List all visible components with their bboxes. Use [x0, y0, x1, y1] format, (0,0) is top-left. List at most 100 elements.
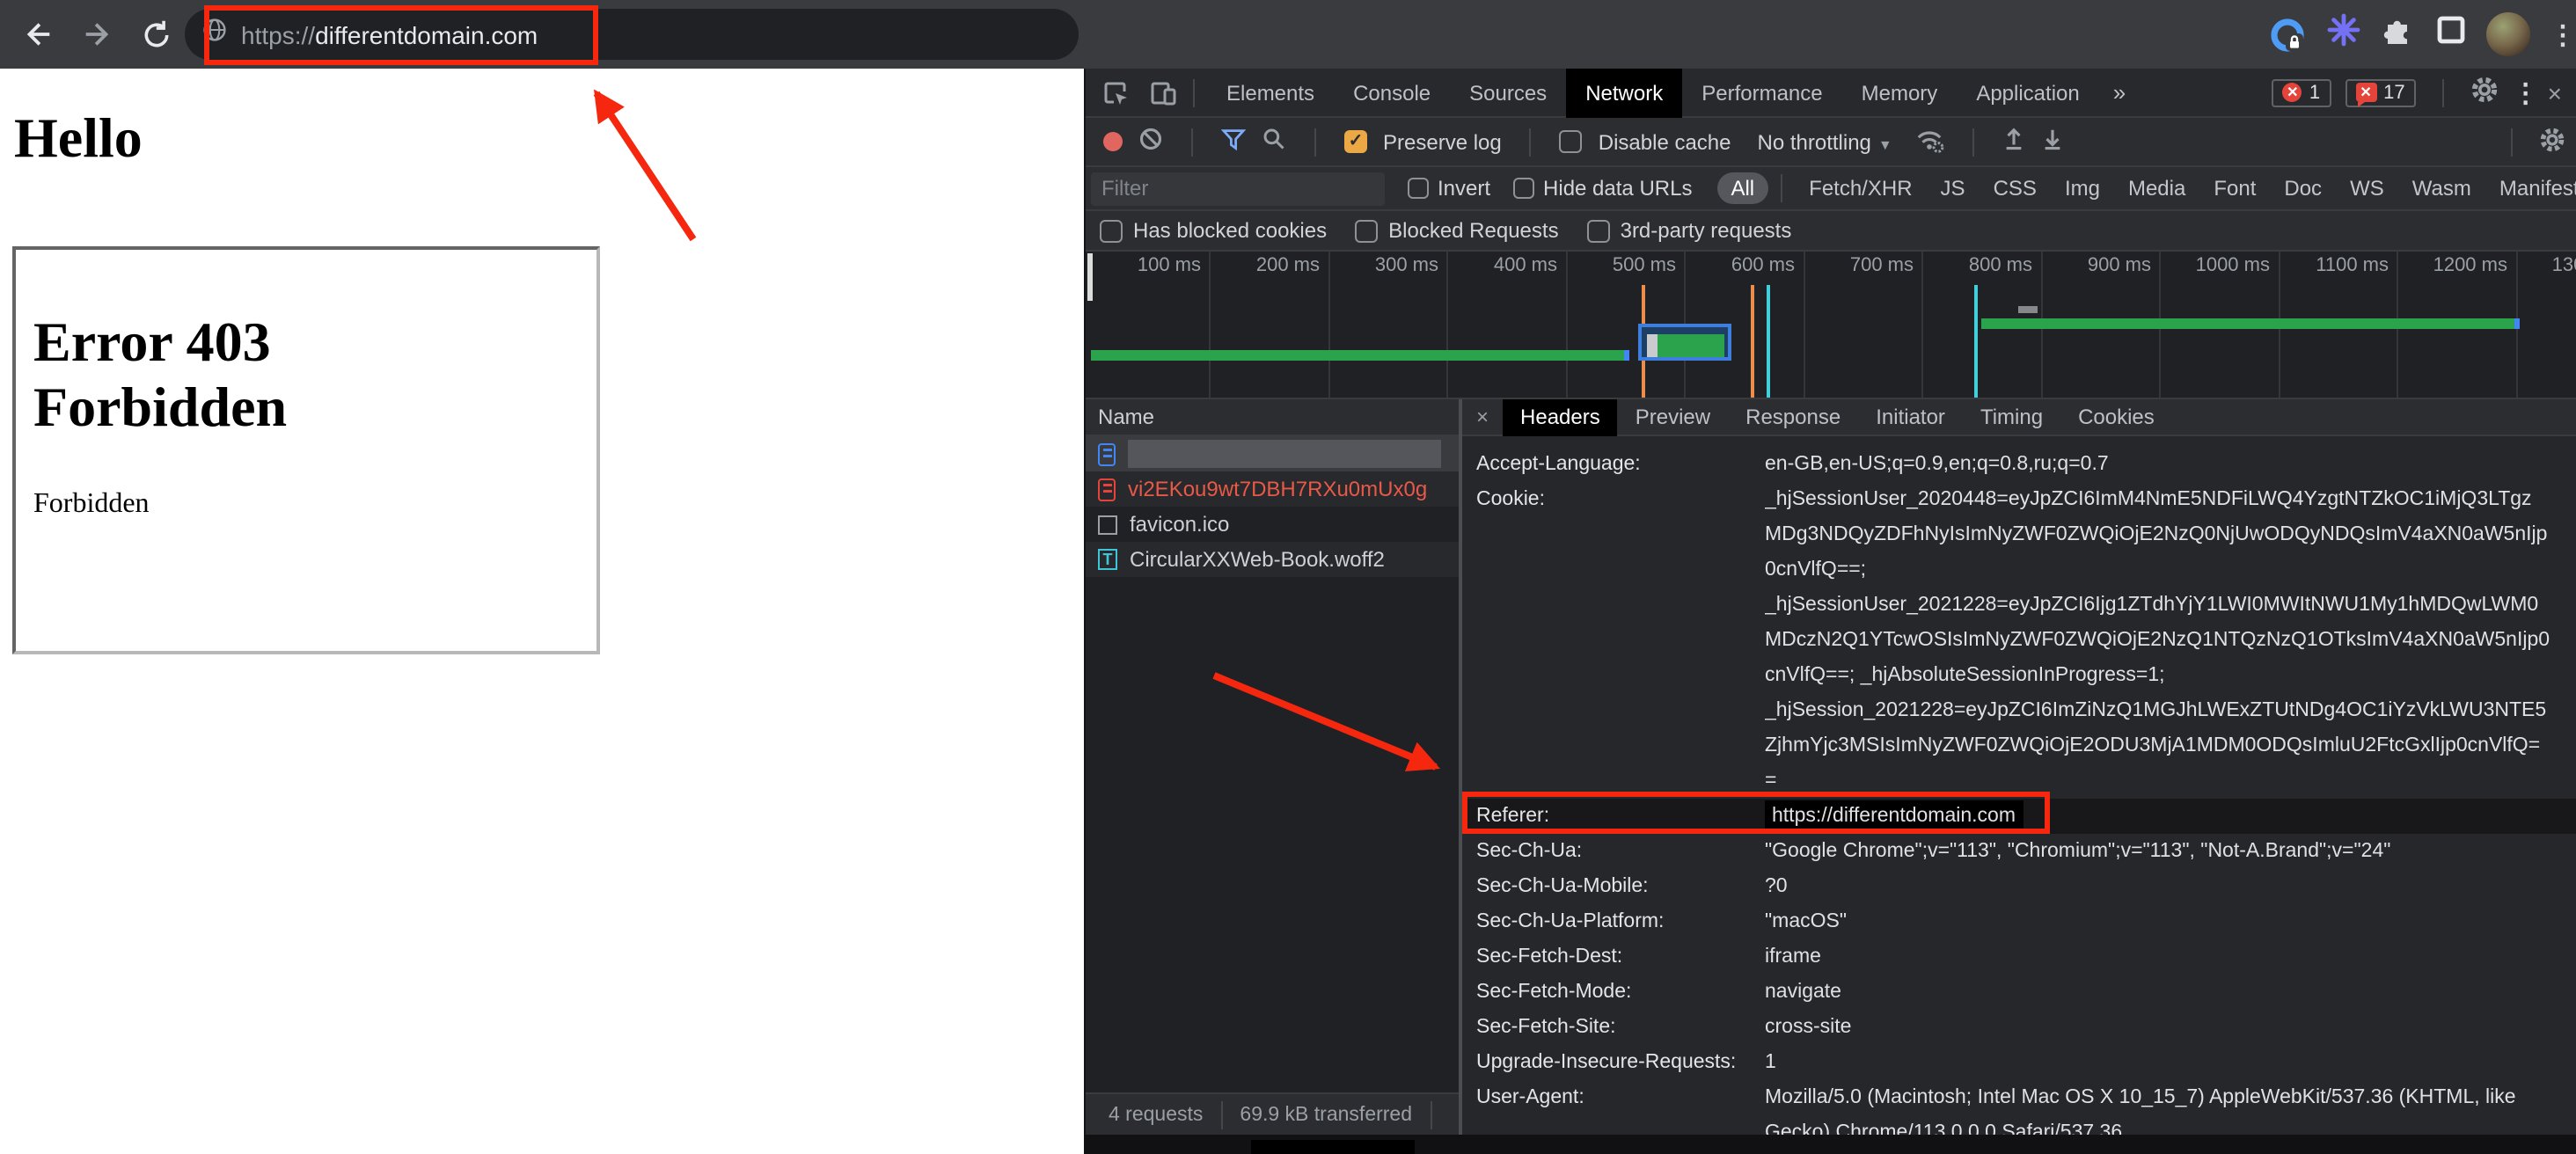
disable-cache-checkbox[interactable]: [1560, 130, 1583, 153]
timeline-tick: 300 ms: [1327, 255, 1445, 276]
request-name: CircularXXWeb-Book.woff2: [1130, 547, 1385, 572]
timeline-selected-request: [1638, 324, 1731, 361]
document-icon: [1098, 442, 1116, 465]
filter-chip-fetch-xhr[interactable]: Fetch/XHR: [1795, 176, 1926, 201]
error-count-badge[interactable]: ✕1: [2272, 78, 2331, 106]
header-line: Sec-Fetch-Mode:navigate: [1462, 975, 2576, 1010]
clear-network-log-icon[interactable]: [1138, 127, 1163, 157]
timeline-drag-handle[interactable]: [1087, 253, 1093, 301]
issues-icon: ✕: [2355, 83, 2376, 102]
hide-data-urls-label: Hide data URLs: [1543, 176, 1692, 201]
devtools-tabbar: ElementsConsoleSourcesNetworkPerformance…: [1086, 69, 2576, 118]
filter-funnel-icon[interactable]: [1221, 128, 1246, 156]
forward-icon[interactable]: [77, 15, 116, 54]
header-line: _hjSessionUser_2021228=eyJpZCI6Ijg1ZTdhY…: [1462, 588, 2576, 623]
globe-icon: [202, 18, 227, 51]
profile-avatar[interactable]: [2486, 12, 2530, 56]
devtools-tab-application[interactable]: Application: [1957, 68, 2098, 117]
network-toolbar: ✓ Preserve log Disable cache No throttli…: [1086, 118, 2576, 167]
record-network-log-button[interactable]: [1103, 132, 1123, 151]
search-icon[interactable]: [1262, 127, 1286, 157]
filter-chip-css[interactable]: CSS: [1980, 176, 2051, 201]
screen: https://differentdomain.com ⋮ Hello Erro…: [0, 0, 2576, 1154]
devtools-tab-memory[interactable]: Memory: [1842, 68, 1958, 117]
password-extension-icon[interactable]: [2268, 15, 2307, 54]
close-details-icon[interactable]: ×: [1462, 405, 1503, 429]
network-settings-gear-icon[interactable]: [2539, 126, 2565, 157]
import-har-icon[interactable]: [2003, 127, 2026, 157]
timeline-tick: 200 ms: [1208, 255, 1327, 276]
network-conditions-icon[interactable]: [1915, 126, 1945, 157]
filter-chip-font[interactable]: Font: [2199, 176, 2270, 201]
header-line: _hjSession_2021228=eyJpZCI6ImZiNzQ1MGJhL…: [1462, 693, 2576, 728]
has-blocked-cookies-checkbox[interactable]: [1100, 219, 1123, 242]
header-name: Sec-Ch-Ua-Platform:: [1462, 911, 1765, 932]
request-row[interactable]: vi2EKou9wt7DBH7RXu0mUx0g: [1086, 471, 1459, 507]
devtools-menu-icon[interactable]: ⋮: [2513, 77, 2530, 108]
header-line: Referer:https://differentdomain.com: [1462, 799, 2576, 834]
reload-icon[interactable]: [137, 15, 176, 54]
network-overview-timeline[interactable]: 100 ms200 ms300 ms400 ms500 ms600 ms700 …: [1086, 252, 2576, 399]
filter-chip-js[interactable]: JS: [1927, 176, 1980, 201]
error-icon: ✕: [2283, 83, 2302, 102]
blocked-requests-checkbox[interactable]: [1355, 219, 1378, 242]
3rd-party-requests-checkbox[interactable]: [1587, 219, 1610, 242]
devtools-tab-elements[interactable]: Elements: [1207, 68, 1334, 117]
network-options-row: Has blocked cookiesBlocked Requests3rd-p…: [1086, 211, 2576, 252]
filter-chip-all[interactable]: All: [1716, 172, 1768, 204]
details-tab-preview[interactable]: Preview: [1618, 399, 1728, 435]
details-tab-initiator[interactable]: Initiator: [1858, 399, 1963, 435]
details-tab-cookies[interactable]: Cookies: [2060, 399, 2172, 435]
header-line: cnVlfQ==; _hjAbsoluteSessionInProgress=1…: [1462, 658, 2576, 693]
request-details-pane: × HeadersPreviewResponseInitiatorTimingC…: [1462, 399, 2576, 1135]
headers-list: Accept-Language:en-GB,en-US;q=0.9,en;q=0…: [1462, 436, 2576, 1135]
preserve-log-checkbox[interactable]: ✓: [1344, 130, 1367, 153]
header-value: cross-site: [1765, 1017, 1851, 1038]
request-row[interactable]: favicon.ico: [1086, 507, 1459, 542]
export-har-icon[interactable]: [2042, 127, 2065, 157]
devtools-tab-network[interactable]: Network: [1566, 68, 1682, 117]
filter-chip-manifest[interactable]: Manifest: [2485, 176, 2576, 201]
timeline-request-bar: [1981, 318, 2514, 328]
devtools-settings-gear-icon[interactable]: [2470, 76, 2499, 109]
requests-column-header[interactable]: Name: [1086, 399, 1459, 436]
filter-chip-wasm[interactable]: Wasm: [2398, 176, 2485, 201]
tab-square-icon[interactable]: [2435, 14, 2467, 55]
devtools-close-icon[interactable]: ×: [2544, 78, 2565, 106]
details-tab-response[interactable]: Response: [1728, 399, 1858, 435]
filter-chip-doc[interactable]: Doc: [2270, 176, 2336, 201]
issues-count-badge[interactable]: ✕17: [2345, 78, 2416, 106]
header-line: Sec-Ch-Ua-Mobile:?0: [1462, 869, 2576, 904]
hide-data-urls-checkbox[interactable]: [1513, 178, 1534, 199]
network-filter-row: Invert Hide data URLs AllFetch/XHRJSCSSI…: [1086, 167, 2576, 211]
timeline-tick-labels: 100 ms200 ms300 ms400 ms500 ms600 ms700 …: [1089, 255, 2576, 276]
devtools-tab-console[interactable]: Console: [1334, 68, 1450, 117]
devtools-tab-performance[interactable]: Performance: [1682, 68, 1841, 117]
request-row[interactable]: TCircularXXWeb-Book.woff2: [1086, 542, 1459, 577]
device-toolbar-icon[interactable]: [1145, 75, 1181, 110]
filter-chip-media[interactable]: Media: [2114, 176, 2199, 201]
request-row[interactable]: [1086, 436, 1459, 471]
browser-toolbar: https://differentdomain.com ⋮: [0, 0, 2576, 69]
invert-checkbox[interactable]: [1408, 178, 1429, 199]
details-tab-timing[interactable]: Timing: [1963, 399, 2060, 435]
details-tab-headers[interactable]: Headers: [1503, 399, 1618, 435]
devtools-tab-sources[interactable]: Sources: [1450, 68, 1566, 117]
back-icon[interactable]: [18, 15, 56, 54]
address-bar[interactable]: https://differentdomain.com: [185, 9, 1079, 60]
header-value: 0cnVlfQ==;: [1765, 559, 1866, 581]
inspect-element-icon[interactable]: [1098, 75, 1133, 110]
extensions-puzzle-icon[interactable]: [2381, 12, 2416, 56]
redacted-request-name: [1128, 440, 1441, 468]
timeline-request-bar: [1090, 350, 1623, 360]
timeline-tick: 1100 ms: [2277, 255, 2396, 276]
filter-chip-ws[interactable]: WS: [2336, 176, 2398, 201]
option-has-blocked-cookies: Has blocked cookies: [1100, 218, 1327, 243]
throttling-dropdown[interactable]: No throttling▼: [1758, 129, 1892, 154]
page-content: Hello Error 403 Forbidden Forbidden: [0, 69, 1084, 1154]
filter-chip-img[interactable]: Img: [2051, 176, 2114, 201]
filter-input[interactable]: [1091, 172, 1385, 205]
starburst-extension-icon[interactable]: [2326, 12, 2361, 56]
browser-menu-icon[interactable]: ⋮: [2550, 18, 2567, 50]
more-tabs-icon[interactable]: »: [2099, 79, 2140, 106]
